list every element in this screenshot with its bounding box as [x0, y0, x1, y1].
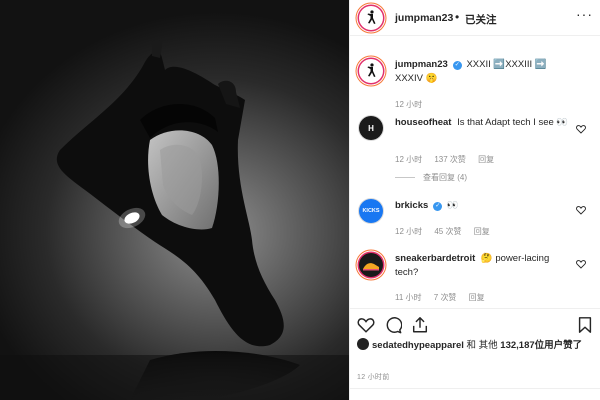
account-avatar[interactable]	[359, 6, 383, 30]
likes-summary: sedatedhypeapparel 和 其他 132,187位用户赞了	[357, 338, 592, 352]
likes-connector: 和 其他	[466, 340, 498, 351]
comment-like-heart-icon[interactable]	[576, 205, 586, 215]
view-replies-label: 查看回复 (4)	[423, 173, 467, 182]
comment-avatar-houseofheat[interactable]: H	[359, 116, 383, 140]
instagram-post: jumpman23 • 已关注 ··· jumpman23 ✓ XXXII ➡️X…	[0, 0, 600, 400]
kicks-logo-text: KICKS	[362, 208, 380, 214]
hoh-logo-icon: H	[368, 123, 374, 133]
header-separator: •	[455, 10, 460, 24]
comment-meta: 12 小时 137 次赞 回复	[395, 154, 504, 165]
verified-badge-icon: ✓	[452, 61, 462, 70]
post-photo[interactable]	[0, 0, 349, 400]
post-side-panel: jumpman23 • 已关注 ··· jumpman23 ✓ XXXII ➡️X…	[349, 0, 600, 400]
comment-username[interactable]: houseofheat	[395, 117, 451, 128]
comment-body: 👀	[446, 200, 459, 211]
comment-username[interactable]: brkicks	[395, 200, 428, 211]
caption-time[interactable]: 12 小时	[395, 100, 422, 109]
comment-likes[interactable]: 7 次赞	[434, 293, 457, 302]
more-horizontal-icon[interactable]: ···	[576, 7, 592, 23]
liker-username[interactable]: sedatedhypeapparel	[372, 340, 464, 351]
account-username[interactable]: jumpman23	[395, 12, 453, 24]
comment-time[interactable]: 11 小时	[395, 293, 422, 302]
caption-meta: 12 小时	[395, 99, 432, 110]
comment-likes[interactable]: 45 次赞	[434, 227, 461, 236]
follow-status-button[interactable]: 已关注	[465, 12, 497, 27]
verified-badge-icon: ✓	[433, 202, 443, 211]
comment-avatar-sneakerbardetroit[interactable]	[359, 253, 383, 277]
view-replies-link[interactable]: 查看回复 (4)	[395, 172, 467, 183]
comment-body: Is that Adapt tech I see 👀	[457, 117, 569, 128]
comment-like-heart-icon[interactable]	[576, 124, 586, 134]
jumpman-logo-icon	[367, 63, 376, 77]
comment-avatar-brkicks[interactable]: KICKS	[359, 199, 383, 223]
reply-button[interactable]: 回复	[474, 227, 490, 236]
comment-text: sneakerbardetroit 🤔 power-lacing tech?	[395, 252, 575, 280]
caption-avatar[interactable]	[359, 59, 383, 83]
bookmark-icon[interactable]	[576, 316, 594, 334]
post-actions-bar	[350, 308, 600, 338]
comments-list: jumpman23 ✓ XXXII ➡️XXXIII ➡️ XXXIV 🤫 12 …	[350, 36, 600, 308]
comment-time[interactable]: 12 小时	[395, 227, 422, 236]
comment-text: brkicks ✓ 👀	[395, 199, 575, 213]
sneaker-silhouette-image	[0, 39, 349, 400]
comment-username[interactable]: sneakerbardetroit	[395, 253, 475, 264]
share-icon[interactable]	[411, 316, 429, 334]
jumpman-logo-icon	[367, 10, 376, 24]
likes-suffix: 位用户赞了	[534, 340, 583, 351]
comment-meta: 11 小时 7 次赞 回复	[395, 292, 495, 303]
likes-count[interactable]: 132,187	[500, 340, 534, 351]
caption-text: jumpman23 ✓ XXXII ➡️XXXIII ➡️ XXXIV 🤫	[395, 58, 575, 86]
post-header: jumpman23 • 已关注 ···	[350, 0, 600, 36]
replies-divider	[395, 177, 415, 179]
reply-button[interactable]: 回复	[469, 293, 485, 302]
liker-avatar[interactable]	[357, 338, 369, 350]
comment-icon[interactable]	[384, 316, 402, 334]
reply-button[interactable]: 回复	[478, 155, 494, 164]
post-timestamp[interactable]: 12 小时前	[357, 372, 390, 382]
comment-time[interactable]: 12 小时	[395, 155, 422, 164]
add-comment-area[interactable]	[350, 388, 600, 400]
comment-like-heart-icon[interactable]	[576, 259, 586, 269]
comment-likes[interactable]: 137 次赞	[434, 155, 466, 164]
heart-icon[interactable]	[357, 316, 375, 334]
comment-meta: 12 小时 45 次赞 回复	[395, 226, 500, 237]
comment-text: houseofheat Is that Adapt tech I see 👀	[395, 116, 575, 130]
sneaker-logo-icon	[363, 263, 379, 271]
caption-username[interactable]: jumpman23	[395, 59, 448, 70]
